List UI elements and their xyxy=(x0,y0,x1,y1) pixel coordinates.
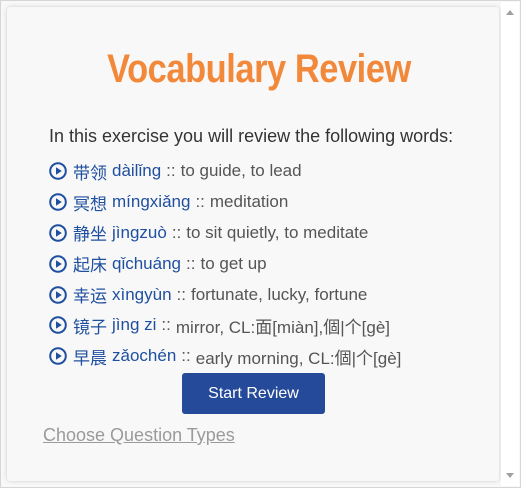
word-meaning: mirror, CL:面[miàn],個|个[gè] xyxy=(175,317,391,337)
word-pinyin: míngxiǎng xyxy=(112,192,191,212)
scroll-down-icon[interactable] xyxy=(506,473,514,478)
word-separator: :: xyxy=(166,161,176,181)
word-separator: :: xyxy=(176,284,186,304)
word-pinyin: jìngzuò xyxy=(112,222,167,242)
word-hanzi: 带领 xyxy=(73,163,107,183)
intro-text: In this exercise you will review the fol… xyxy=(49,126,454,146)
play-circle-icon[interactable] xyxy=(49,316,67,335)
scroll-up-icon[interactable] xyxy=(506,10,514,15)
word-meaning: early morning, CL:個|个[gè] xyxy=(195,348,402,368)
word-pinyin: qǐchuáng xyxy=(112,253,182,273)
choose-question-types-link[interactable]: Choose Question Types xyxy=(43,425,235,446)
window-frame: Vocabulary Review In this exercise you w… xyxy=(0,0,521,488)
word-meaning: meditation xyxy=(209,192,289,212)
word-hanzi: 早晨 xyxy=(73,348,107,368)
word-meaning: to get up xyxy=(200,253,267,273)
word-list: 带领 dàilǐng :: to guide, to lead 冥想 míngx… xyxy=(49,156,401,372)
word-pinyin: dàilǐng xyxy=(112,161,162,181)
word-hanzi: 幸运 xyxy=(73,287,107,307)
play-circle-icon[interactable] xyxy=(49,162,67,181)
play-circle-icon[interactable] xyxy=(49,254,67,273)
play-circle-icon[interactable] xyxy=(49,224,67,242)
list-item: 镜子 jìng zi :: mirror, CL:面[miàn],個|个[gè] xyxy=(49,310,401,341)
word-pinyin: zǎochén xyxy=(112,346,177,366)
word-separator: :: xyxy=(195,192,205,212)
play-circle-icon[interactable] xyxy=(49,193,67,211)
list-item: 带领 dàilǐng :: to guide, to lead xyxy=(49,156,401,187)
list-item: 早晨 zǎochén :: early morning, CL:個|个[gè] xyxy=(49,341,401,372)
page-title: Vocabulary Review xyxy=(107,47,411,91)
start-review-button[interactable]: Start Review xyxy=(182,373,325,414)
word-hanzi: 镜子 xyxy=(73,317,107,337)
word-separator: :: xyxy=(186,253,196,273)
word-pinyin: xìngyùn xyxy=(112,284,172,304)
list-item: 幸运 xìngyùn :: fortunate, lucky, fortune xyxy=(49,279,401,310)
word-hanzi: 冥想 xyxy=(73,194,107,214)
word-hanzi: 静坐 xyxy=(73,225,107,245)
vertical-scrollbar[interactable] xyxy=(501,2,519,486)
word-separator: :: xyxy=(161,315,171,335)
list-item: 冥想 míngxiǎng :: meditation xyxy=(49,187,401,218)
word-meaning: fortunate, lucky, fortune xyxy=(191,284,368,304)
word-meaning: to guide, to lead xyxy=(180,161,302,181)
word-meaning: to sit quietly, to meditate xyxy=(186,222,369,242)
play-circle-icon[interactable] xyxy=(49,347,67,365)
word-separator: :: xyxy=(171,222,182,242)
list-item: 起床 qǐchuáng :: to get up xyxy=(49,248,401,279)
list-item: 静坐 jìngzuò :: to sit quietly, to meditat… xyxy=(49,218,401,249)
word-separator: :: xyxy=(181,346,191,366)
word-pinyin: jìng zi xyxy=(112,315,157,335)
play-circle-icon[interactable] xyxy=(49,285,67,304)
word-hanzi: 起床 xyxy=(73,256,107,276)
